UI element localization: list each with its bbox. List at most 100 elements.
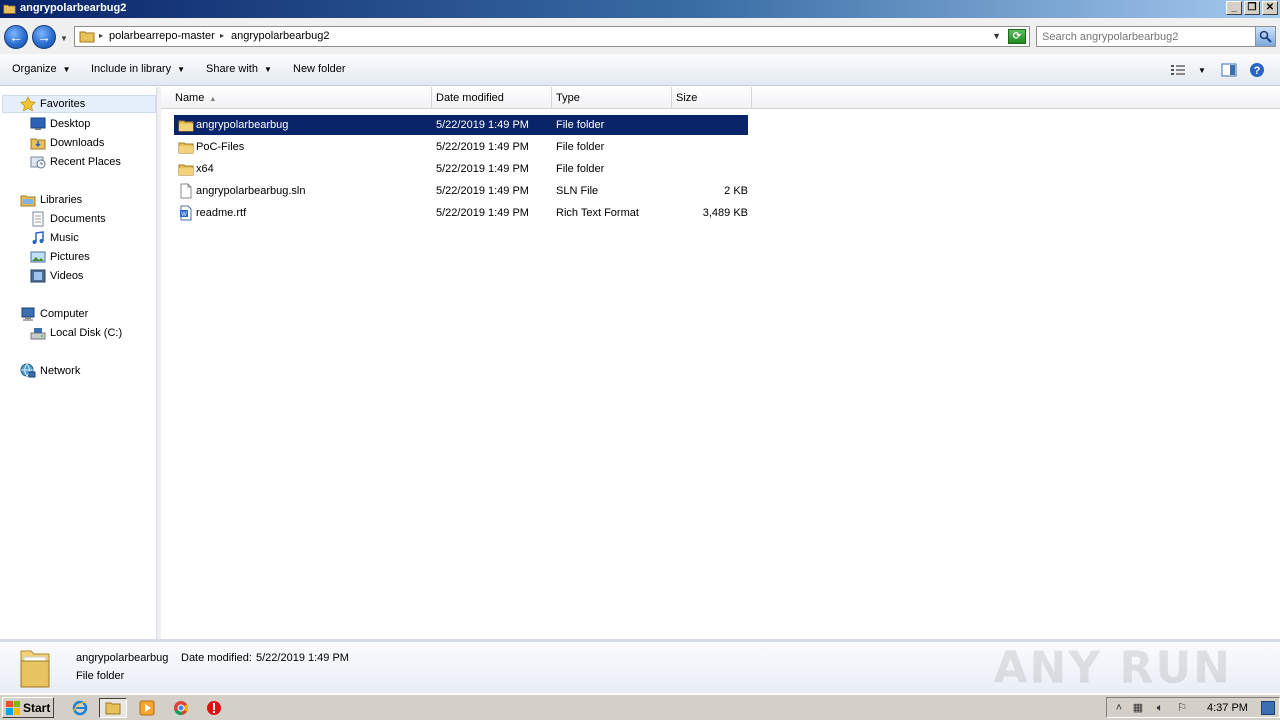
computer-icon [21,307,35,321]
chevron-down-icon[interactable]: ▼ [992,31,1001,41]
pictures-icon [30,251,46,263]
column-type[interactable]: Type [552,87,672,109]
file-type: File folder [556,119,605,131]
details-date-label: Date modified: [181,652,252,664]
organize-button[interactable]: Organize ▼ [12,63,71,75]
nav-videos[interactable]: Videos [30,267,83,285]
help-icon[interactable]: ? [1249,62,1265,78]
nav-libraries-label: Libraries [40,194,83,206]
column-name[interactable]: Name ▲ [171,87,432,109]
file-date-modified: 5/22/2019 1:49 PM [436,163,529,175]
clock[interactable]: 4:37 PM [1207,702,1248,714]
nav-music-label: Music [50,232,79,244]
forward-button[interactable]: → [32,25,56,49]
nav-desktop[interactable]: Desktop [30,115,90,133]
folder-icon [178,139,194,155]
breadcrumb-angrypolarbearbug2[interactable]: angrypolarbearbug2 [231,30,329,42]
new-folder-button[interactable]: New folder [293,63,346,75]
nav-recent-places-label: Recent Places [50,156,121,168]
refresh-button[interactable]: ⟳ [1008,29,1026,44]
libraries-icon [20,195,36,207]
file-row[interactable]: angrypolarbearbug 5/22/2019 1:49 PM File f… [174,115,748,135]
nav-network[interactable]: Network [20,362,80,380]
search-icon[interactable] [1255,27,1275,46]
folder-icon [79,31,95,43]
star-icon [20,96,36,112]
file-row[interactable]: Wreadme.rtf 5/22/2019 1:49 PM Rich Text Fo… [174,203,748,223]
details-name: angrypolarbearbug [76,652,169,664]
column-date-modified[interactable]: Date modified [432,87,552,109]
taskbar: Start ˄ ▦ 🔈︎ ⚐ 4:37 PM [0,694,1280,720]
nav-libraries[interactable]: Libraries [20,191,82,209]
minimize-button[interactable]: _ [1226,1,1242,15]
action-center-flag-icon[interactable]: ⚐ [1175,701,1189,715]
search-input[interactable] [1037,27,1255,46]
nav-videos-label: Videos [50,270,84,282]
system-tray: ˄ ▦ 🔈︎ ⚐ 4:37 PM [1106,697,1280,718]
view-options-icon[interactable] [1170,62,1186,78]
start-button[interactable]: Start [2,697,54,718]
file-type: Rich Text Format [556,207,639,219]
nav-computer[interactable]: Computer [20,305,88,323]
command-bar: Organize ▼ Include in library ▼ Share with… [0,54,1280,86]
close-button[interactable]: ✕ [1262,1,1278,15]
breadcrumb-polarbearrepo-master[interactable]: polarbearrepo-master [109,30,215,42]
chevron-right-icon[interactable]: ▸ [220,31,224,40]
chevron-right-icon[interactable]: ▸ [99,31,103,40]
nav-recent-places[interactable]: Recent Places [30,153,121,171]
share-with-button[interactable]: Share with ▼ [206,63,272,75]
nav-desktop-label: Desktop [50,118,91,130]
internet-explorer-icon[interactable] [69,698,91,718]
nav-favorites[interactable]: Favorites [2,95,156,113]
back-button[interactable]: ← [4,25,28,49]
network-icon [20,363,36,378]
recent-places-icon [30,156,46,169]
nav-local-disk[interactable]: Local Disk (C:) [30,324,122,342]
folder-icon [178,161,194,177]
chrome-icon[interactable] [170,698,192,718]
nav-network-label: Network [40,365,81,377]
file-explorer-icon[interactable] [99,698,127,718]
show-desktop-icon[interactable] [1261,701,1275,715]
preview-pane-icon[interactable] [1221,62,1237,78]
folder-icon [178,117,194,133]
recent-pages-dropdown[interactable]: ▼ [60,34,68,43]
file-row[interactable]: PoC-Files 5/22/2019 1:49 PM File folder [174,137,748,157]
music-icon [32,231,44,244]
column-size[interactable]: Size [672,87,752,109]
file-row[interactable]: angrypolarbearbug.sln 5/22/2019 1:49 PM SL… [174,181,748,201]
nav-downloads[interactable]: Downloads [30,134,104,152]
svg-text:?: ? [1254,65,1261,77]
downloads-folder-icon [30,138,46,150]
volume-icon[interactable]: 🔈︎ [1153,701,1167,715]
file-name: angrypolarbearbug [196,119,289,131]
show-hidden-icons-icon[interactable]: ˄ [1112,701,1126,715]
file-type: File folder [556,141,605,153]
network-status-icon[interactable]: ▦ [1131,701,1145,715]
documents-icon [32,211,44,227]
include-in-library-button[interactable]: Include in library ▼ [91,63,185,75]
column-name-label: Name [175,92,205,104]
search-box[interactable] [1036,26,1276,47]
address-bar[interactable]: ▸ polarbearrepo-master ▸ angrypolarbearb… [74,26,1030,47]
file-size: 2 KB [724,185,748,197]
file-row[interactable]: x64 5/22/2019 1:49 PM File folder [174,159,748,179]
watermark: ANY RUN [993,642,1232,694]
security-alert-icon[interactable] [203,698,225,718]
file-date-modified: 5/22/2019 1:49 PM [436,119,529,131]
chevron-down-icon[interactable]: ▼ [1198,66,1206,75]
folder-icon [3,4,16,14]
file-type: File folder [556,163,605,175]
file-size: 3,489 KB [702,207,748,219]
media-player-icon[interactable] [136,698,158,718]
file-icon [178,183,194,199]
nav-documents-label: Documents [50,213,106,225]
nav-pictures[interactable]: Pictures [30,248,90,266]
file-name: readme.rtf [196,207,247,219]
nav-pictures-label: Pictures [50,251,90,263]
nav-music[interactable]: Music [30,229,79,247]
title-bar: angrypolarbearbug2 _ ❐ ✕ [0,0,1280,18]
nav-documents[interactable]: Documents [30,210,106,228]
restore-button[interactable]: ❐ [1244,1,1260,15]
address-row: ← → ▼ ▸ polarbearrepo-master ▸ angrypola… [0,18,1280,54]
